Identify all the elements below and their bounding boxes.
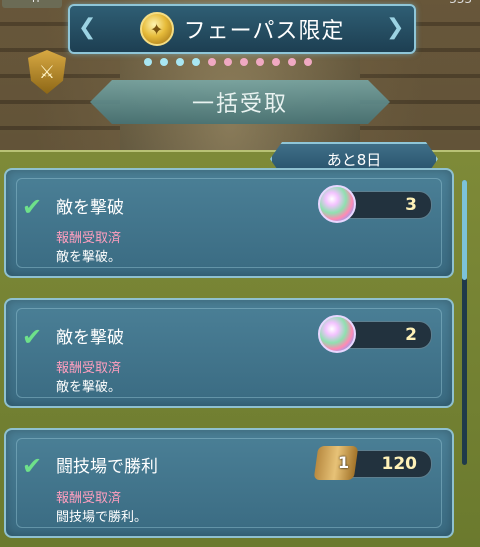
page-dot[interactable] xyxy=(304,58,312,66)
claim-all-button[interactable]: 一括受取 xyxy=(90,80,390,124)
right-ornament-icon: ❯ xyxy=(386,15,405,40)
reward-value: 2 xyxy=(405,325,417,345)
orb-icon xyxy=(318,185,356,223)
mission-description: 闘技場で勝利。 xyxy=(56,510,148,525)
mission-status: 報酬受取済 xyxy=(56,491,122,506)
mission-title: 敵を撃破 xyxy=(56,328,124,348)
mission-description: 敵を撃破。 xyxy=(56,380,122,395)
mission-title: 敵を撃破 xyxy=(56,198,124,218)
page-dot[interactable] xyxy=(144,58,152,66)
page-dot[interactable] xyxy=(176,58,184,66)
mission-status: 報酬受取済 xyxy=(56,231,122,246)
page-dot[interactable] xyxy=(224,58,232,66)
check-icon: ✔ xyxy=(22,323,43,351)
page-title: フェーパス限定 xyxy=(183,19,345,44)
left-ornament-icon: ❮ xyxy=(78,15,97,40)
page-dot[interactable] xyxy=(256,58,264,66)
top-left-resource: H xyxy=(2,0,62,8)
mission-description: 敵を撃破。 xyxy=(56,250,122,265)
claim-all-label: 一括受取 xyxy=(191,92,288,117)
header-banner: ❮ ✦ フェーパス限定 ❯ xyxy=(68,4,416,54)
scrollbar[interactable] xyxy=(462,180,467,465)
page-dot[interactable] xyxy=(288,58,296,66)
scrollbar-thumb[interactable] xyxy=(462,180,467,280)
check-icon: ✔ xyxy=(22,452,43,480)
page-dot[interactable] xyxy=(240,58,248,66)
remaining-time-label: あと8日 xyxy=(326,150,382,169)
reward-value: 120 xyxy=(381,454,418,474)
reward-value: 3 xyxy=(405,195,417,215)
scroll-icon xyxy=(313,446,359,480)
mission-status: 報酬受取済 xyxy=(56,361,122,376)
page-dot[interactable] xyxy=(160,58,168,66)
mission-title: 闘技場で勝利 xyxy=(56,457,158,477)
page-dot[interactable] xyxy=(272,58,280,66)
orb-icon xyxy=(318,315,356,353)
page-dot[interactable] xyxy=(192,58,200,66)
scroll-badge: 1 xyxy=(338,453,350,472)
page-dot[interactable] xyxy=(208,58,216,66)
check-icon: ✔ xyxy=(22,193,43,221)
page-indicator[interactable] xyxy=(144,58,312,68)
feh-pass-icon: ✦ xyxy=(139,12,174,46)
